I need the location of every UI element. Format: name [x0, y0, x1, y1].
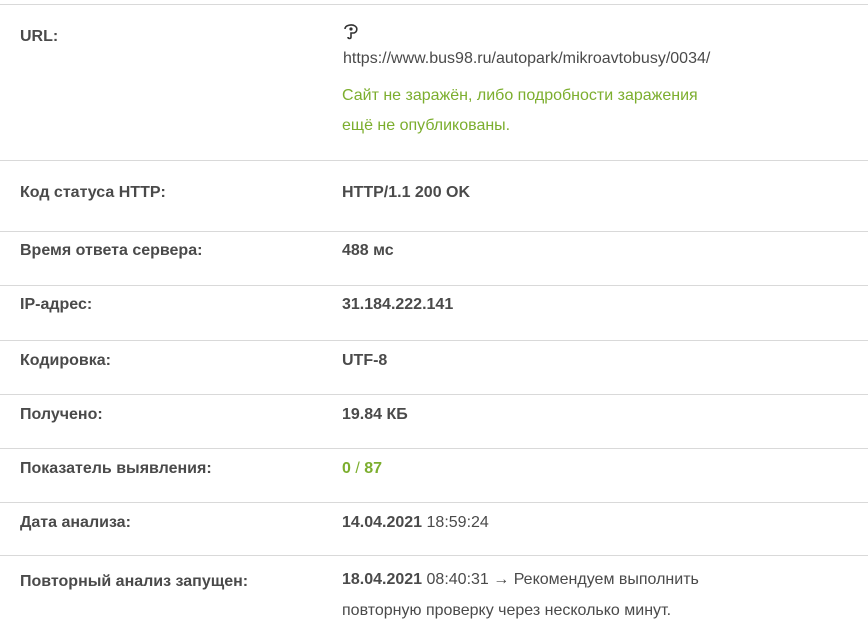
url-value: https://www.bus98.ru/autopark/mikroavtob…	[342, 23, 842, 141]
http-status-row: Код статуса HTTP: HTTP/1.1 200 OK	[0, 160, 868, 231]
detection-count: 0	[342, 460, 351, 477]
rescan-note-line1: → Рекомендуем выполнить	[488, 571, 699, 588]
encoding-label: Кодировка:	[20, 352, 111, 369]
response-time-row: Время ответа сервера: 488 мс	[0, 231, 868, 285]
detection-row: Показатель выявления: 0 / 87	[0, 448, 868, 502]
rescan-time: 08:40:31	[422, 571, 489, 588]
response-time-label: Время ответа сервера:	[20, 242, 203, 259]
analysis-time: 18:59:24	[422, 514, 489, 531]
url-link[interactable]: https://www.bus98.ru/autopark/mikroavtob…	[343, 50, 842, 68]
received-label: Получено:	[20, 406, 103, 423]
url-label: URL:	[20, 28, 59, 45]
rescan-row: Повторный анализ запущен: 18.04.2021 08:…	[0, 555, 868, 631]
response-time-value: 488 мс	[342, 242, 394, 259]
analysis-date: 14.04.2021	[342, 514, 423, 531]
http-status-value: HTTP/1.1 200 OK	[342, 184, 471, 201]
received-value: 19.84 КБ	[342, 406, 408, 423]
received-row: Получено: 19.84 КБ	[0, 394, 868, 448]
url-status-line1: Сайт не заражён, либо подробности зараже…	[342, 87, 698, 104]
analysis-date-value: 14.04.2021 18:59:24	[342, 514, 489, 532]
rescan-note-line2: повторную проверку через несколько минут…	[342, 602, 672, 619]
rescan-label: Повторный анализ запущен:	[20, 573, 249, 590]
detection-separator: /	[350, 460, 365, 477]
url-status-line2: ещё не опубликованы.	[342, 117, 511, 134]
ip-label: IP-адрес:	[20, 296, 93, 313]
detection-value: 0 / 87	[342, 460, 382, 478]
url-status-message: Сайт не заражён, либо подробности зараже…	[342, 81, 842, 141]
http-status-label: Код статуса HTTP:	[20, 184, 166, 201]
analysis-date-row: Дата анализа: 14.04.2021 18:59:24	[0, 502, 868, 555]
url-row: URL: https://www.bus98.ru/autopark/mikro…	[0, 4, 868, 160]
detection-label: Показатель выявления:	[20, 460, 212, 477]
detection-total: 87	[364, 460, 383, 477]
analysis-date-label: Дата анализа:	[20, 514, 131, 531]
encoding-row: Кодировка: UTF-8	[0, 340, 868, 394]
encoding-value: UTF-8	[342, 352, 388, 369]
rescan-value: 18.04.2021 08:40:31 → Рекомендуем выполн…	[342, 564, 842, 626]
rescan-date: 18.04.2021	[342, 571, 423, 588]
ip-row: IP-адрес: 31.184.222.141	[0, 285, 868, 340]
ip-value: 31.184.222.141	[342, 296, 454, 313]
link-icon	[344, 24, 358, 40]
